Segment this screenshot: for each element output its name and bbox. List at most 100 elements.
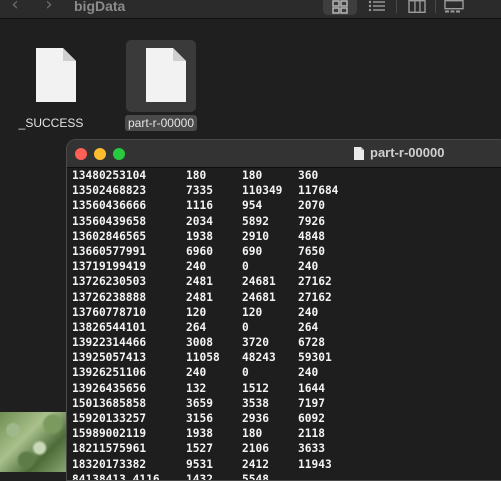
content-cell: 2910: [242, 229, 269, 243]
content-line: 15013685858 3659 3538 7197: [72, 396, 501, 411]
content-cell: 1527: [186, 442, 213, 456]
content-line: 84138413 4116 1432 5548: [72, 472, 501, 481]
content-line: 13560439658 2034 5892 7926: [72, 214, 501, 229]
toolbar-divider: [396, 0, 397, 13]
content-line: 18320173382 9531 2412 11943: [72, 457, 501, 472]
content-cell: 7650: [298, 244, 325, 258]
folder-title: bigData: [74, 0, 126, 14]
viewer-title: part-r-00000: [353, 145, 444, 161]
document-icon: [354, 146, 364, 160]
content-cell: 1512: [242, 381, 269, 395]
file-item-success[interactable]: _SUCCESS: [6, 38, 96, 138]
file-item-part-r-00000[interactable]: part-r-00000: [116, 38, 206, 138]
content-cell: 0: [242, 260, 249, 274]
content-cell: 13926251106: [72, 366, 147, 380]
chevron-right-icon[interactable]: ›: [41, 0, 57, 14]
content-cell: 27162: [298, 290, 332, 304]
column-view-icon[interactable]: [404, 0, 430, 15]
content-line: 13926251106 240 0 240: [72, 365, 501, 380]
content-cell: 240: [298, 305, 319, 319]
content-cell: 59301: [298, 351, 332, 365]
content-cell: 360: [298, 169, 319, 182]
content-cell: 117684: [298, 184, 339, 198]
content-cell: 7197: [298, 396, 325, 410]
content-cell: 1938: [186, 229, 213, 243]
content-cell: 120: [242, 305, 263, 319]
content-cell: 264: [298, 320, 319, 334]
content-cell: 18320173382: [72, 457, 147, 471]
content-cell: 13926435656: [72, 381, 147, 395]
document-icon: [146, 48, 186, 102]
content-line: 15989002119 1938 180 2118: [72, 426, 501, 441]
grid-view-icon[interactable]: [323, 0, 357, 15]
chevron-left-icon[interactable]: ‹: [7, 0, 23, 14]
content-line: 13922314466 3008 3720 6728: [72, 335, 501, 350]
minimize-window-button[interactable]: [94, 148, 106, 160]
content-cell: 7926: [298, 214, 325, 228]
content-cell: 13826544101: [72, 320, 147, 334]
content-cell: 15013685858: [72, 396, 147, 410]
content-cell: 240: [298, 366, 319, 380]
content-cell: 24681: [242, 275, 276, 289]
file-content-area[interactable]: 13480253104 180 180 360 13502468823 7335 11034…: [72, 168, 501, 480]
content-cell: 5892: [242, 214, 269, 228]
content-line: 13480253104 180 180 360: [72, 168, 501, 183]
content-cell: 0: [242, 366, 249, 380]
document-icon: [36, 48, 76, 102]
content-cell: 264: [186, 320, 207, 334]
content-cell: 13602846565: [72, 229, 147, 243]
content-cell: 5548: [242, 472, 269, 481]
list-view-icon[interactable]: [364, 0, 390, 15]
content-cell: 180: [242, 427, 263, 441]
gallery-view-icon[interactable]: [440, 0, 468, 15]
maximize-window-button[interactable]: [113, 148, 125, 160]
content-cell: 2070: [298, 199, 325, 213]
content-cell: 132: [186, 381, 207, 395]
content-cell: 13922314466: [72, 336, 147, 350]
content-cell: 27162: [298, 275, 332, 289]
text-viewer-window: part-r-00000 13480253104 180 180 360 1350246…: [66, 139, 501, 481]
content-cell: 11058: [186, 351, 220, 365]
content-cell: 15920133257: [72, 412, 147, 425]
content-cell: 2118: [298, 427, 325, 441]
content-line: 13560436666 1116 954 2070: [72, 198, 501, 213]
viewer-titlebar[interactable]: part-r-00000: [67, 140, 501, 168]
content-cell: 13719199419: [72, 260, 147, 274]
content-cell: 84138413 4116: [72, 472, 160, 481]
content-cell: 2936: [242, 412, 269, 425]
content-line: 13726230503 2481 24681 27162: [72, 274, 501, 289]
content-cell: 690: [242, 244, 263, 258]
content-cell: 15989002119: [72, 427, 147, 441]
content-line: 13926435656 132 1512 1644: [72, 381, 501, 396]
content-cell: 3633: [298, 442, 325, 456]
content-cell: 3720: [242, 336, 269, 350]
content-cell: 48243: [242, 351, 276, 365]
content-cell: 1432: [186, 472, 213, 481]
content-cell: 24681: [242, 290, 276, 304]
content-cell: 2106: [242, 442, 269, 456]
content-cell: 13760778710: [72, 305, 147, 319]
content-line: 13826544101 264 0 264: [72, 320, 501, 335]
background-thumbnail: [0, 412, 66, 472]
content-cell: 13660577991: [72, 244, 147, 258]
content-cell: 120: [186, 305, 207, 319]
content-cell: 180: [186, 169, 207, 182]
content-line: 13602846565 1938 2910 4848: [72, 229, 501, 244]
finder-toolbar: ‹ › bigData: [0, 0, 501, 19]
content-line: 13760778710 120 120 240: [72, 305, 501, 320]
content-line: 13925057413 11058 48243 59301: [72, 350, 501, 365]
content-cell: 240: [186, 366, 207, 380]
content-cell: 13726238888: [72, 290, 147, 304]
close-window-button[interactable]: [75, 148, 87, 160]
content-line: 13719199419 240 0 240: [72, 259, 501, 274]
content-cell: 13560436666: [72, 199, 147, 213]
content-cell: 18211575961: [72, 442, 147, 456]
content-line: 15920133257 3156 2936 6092: [72, 411, 501, 426]
content-line: 18211575961 1527 2106 3633: [72, 441, 501, 456]
content-cell: 240: [298, 260, 319, 274]
content-cell: 1644: [298, 381, 325, 395]
content-cell: 13726230503: [72, 275, 147, 289]
content-cell: 2412: [242, 457, 269, 471]
file-icon-frame: [126, 40, 196, 112]
content-cell: 7335: [186, 184, 213, 198]
